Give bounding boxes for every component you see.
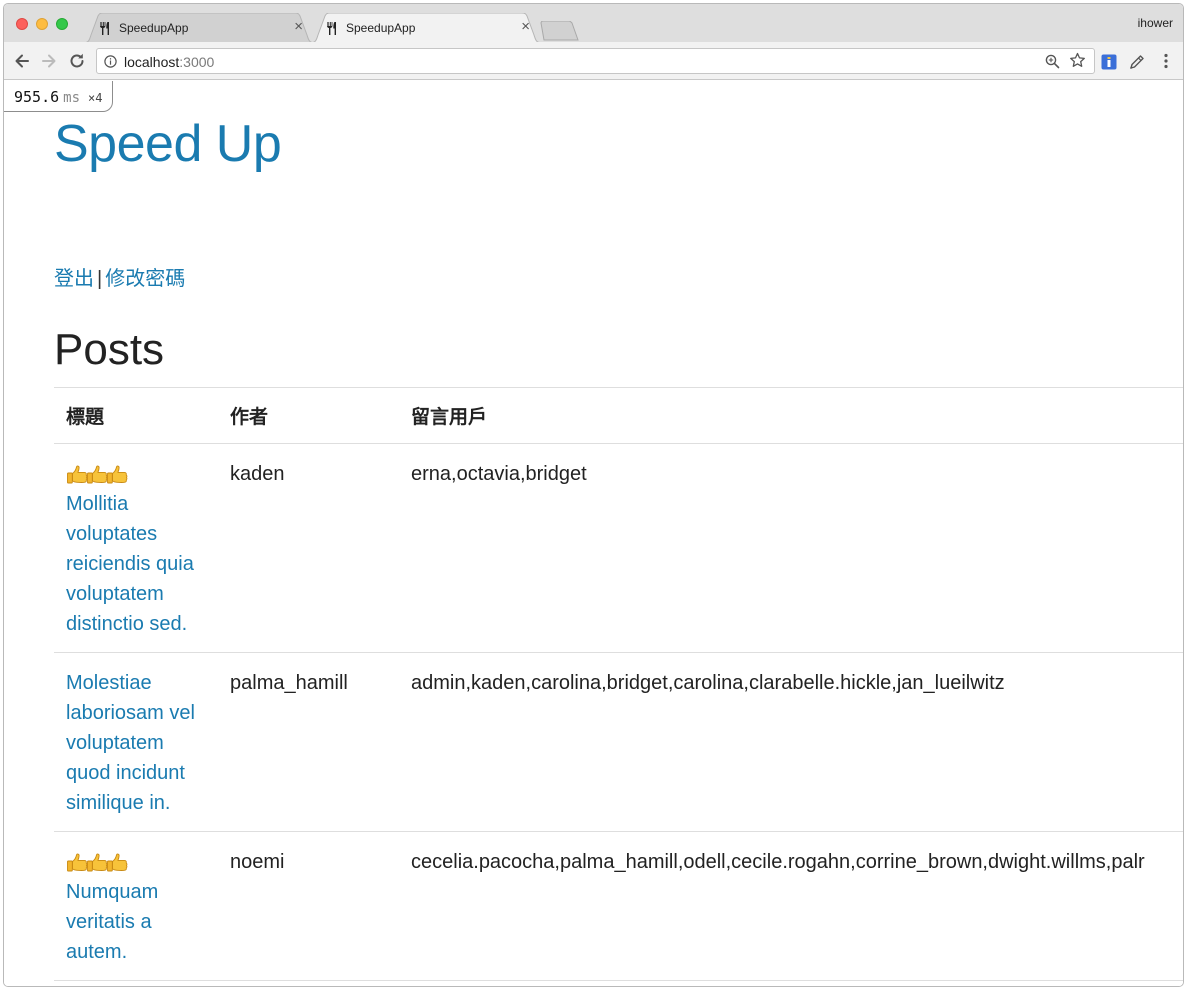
profile-name[interactable]: ihower — [1138, 16, 1173, 30]
tab-active[interactable]: SpeedupApp × — [308, 13, 544, 43]
zoom-icon[interactable] — [1045, 54, 1060, 69]
star-icon[interactable] — [1069, 52, 1086, 69]
logout-link[interactable]: 登出 — [54, 268, 94, 290]
pen-icon[interactable] — [1128, 53, 1146, 71]
change-password-link[interactable]: 修改密碼 — [105, 268, 185, 290]
tab-title: SpeedupApp — [119, 21, 189, 35]
link-separator: | — [97, 268, 103, 290]
extension-icon[interactable] — [1101, 54, 1117, 70]
cell-commenters: cecelia.pacocha,palma_hamill,odell,cecil… — [399, 831, 1183, 981]
url-host: localhost — [124, 54, 180, 70]
posts-table: 標題 作者 留言用戶 Mollitia voluptates reiciendi… — [54, 387, 1183, 981]
table-row: Numquam veritatis a autem. noemi cecelia.p… — [54, 831, 1183, 981]
tab-strip: SpeedupApp × SpeedupApp × ihower — [4, 4, 1183, 43]
minimize-window-button[interactable] — [36, 18, 48, 30]
table-header-row: 標題 作者 留言用戶 — [54, 387, 1183, 444]
thumbs-up-icon — [107, 853, 128, 872]
tab-inactive[interactable]: SpeedupApp × — [81, 13, 317, 43]
posts-table-body: Mollitia voluptates reiciendis quia volu… — [54, 443, 1183, 981]
thumbs-up-icon — [107, 465, 128, 484]
close-window-button[interactable] — [16, 18, 28, 30]
url-text[interactable]: localhost:3000 — [124, 54, 214, 70]
address-bar[interactable]: localhost:3000 — [96, 48, 1095, 74]
fork-knife-favicon — [327, 22, 336, 35]
browser-window: SpeedupApp × SpeedupApp × ihower localho… — [3, 3, 1184, 987]
table-row: Molestiae laboriosam vel voluptatem quod… — [54, 652, 1183, 832]
fork-knife-favicon — [100, 22, 109, 35]
reload-icon[interactable] — [67, 51, 87, 71]
url-port: :3000 — [179, 54, 215, 70]
cell-title: Mollitia voluptates reiciendis quia volu… — [54, 443, 218, 653]
mini-profiler-badge[interactable]: 955.6 ms ×4 — [4, 81, 114, 112]
cell-author: kaden — [218, 443, 399, 653]
new-tab-button[interactable] — [540, 21, 580, 41]
post-title-link[interactable]: Mollitia voluptates reiciendis quia volu… — [66, 489, 206, 639]
page-heading: Posts — [54, 325, 165, 374]
thumbs-up-rating — [66, 459, 206, 489]
profiler-count: ×4 — [88, 91, 103, 105]
thumbs-up-rating — [66, 847, 206, 877]
site-title-link[interactable]: Speed Up — [54, 115, 282, 173]
tab-shape — [308, 13, 544, 43]
cell-title: Molestiae laboriosam vel voluptatem quod… — [54, 652, 218, 832]
cell-author: palma_hamill — [218, 652, 399, 832]
header-title: 標題 — [54, 387, 218, 444]
tab-title: SpeedupApp — [346, 21, 416, 35]
forward-arrow-icon[interactable] — [39, 51, 59, 71]
browser-toolbar: localhost:3000 — [4, 42, 1183, 80]
site-title: Speed Up — [54, 114, 282, 174]
cell-title: Numquam veritatis a autem. — [54, 831, 218, 981]
account-links: 登出 | 修改密碼 — [54, 265, 185, 293]
table-row: Mollitia voluptates reiciendis quia volu… — [54, 443, 1183, 653]
tab-shape — [81, 13, 317, 43]
post-title-link[interactable]: Numquam veritatis a autem. — [66, 877, 206, 967]
cell-commenters: admin,kaden,carolina,bridget,carolina,cl… — [399, 652, 1183, 832]
page-content: 955.6 ms ×4 Speed Up 登出 | 修改密碼 Posts 標題 作者 留… — [4, 81, 1183, 986]
info-icon[interactable] — [104, 55, 117, 68]
back-arrow-icon[interactable] — [12, 51, 32, 71]
profiler-unit: ms — [63, 90, 81, 106]
cell-author: noemi — [218, 831, 399, 981]
menu-icon[interactable] — [1157, 52, 1175, 70]
tab-close-icon[interactable]: × — [294, 18, 303, 36]
header-author: 作者 — [218, 387, 399, 444]
profiler-time: 955.6 — [14, 88, 60, 106]
maximize-window-button[interactable] — [56, 18, 68, 30]
header-commenters: 留言用戶 — [399, 387, 1183, 444]
cell-commenters: erna,octavia,bridget — [399, 443, 1183, 653]
post-title-link[interactable]: Molestiae laboriosam vel voluptatem quod… — [66, 668, 206, 818]
tab-close-icon[interactable]: × — [521, 18, 530, 36]
